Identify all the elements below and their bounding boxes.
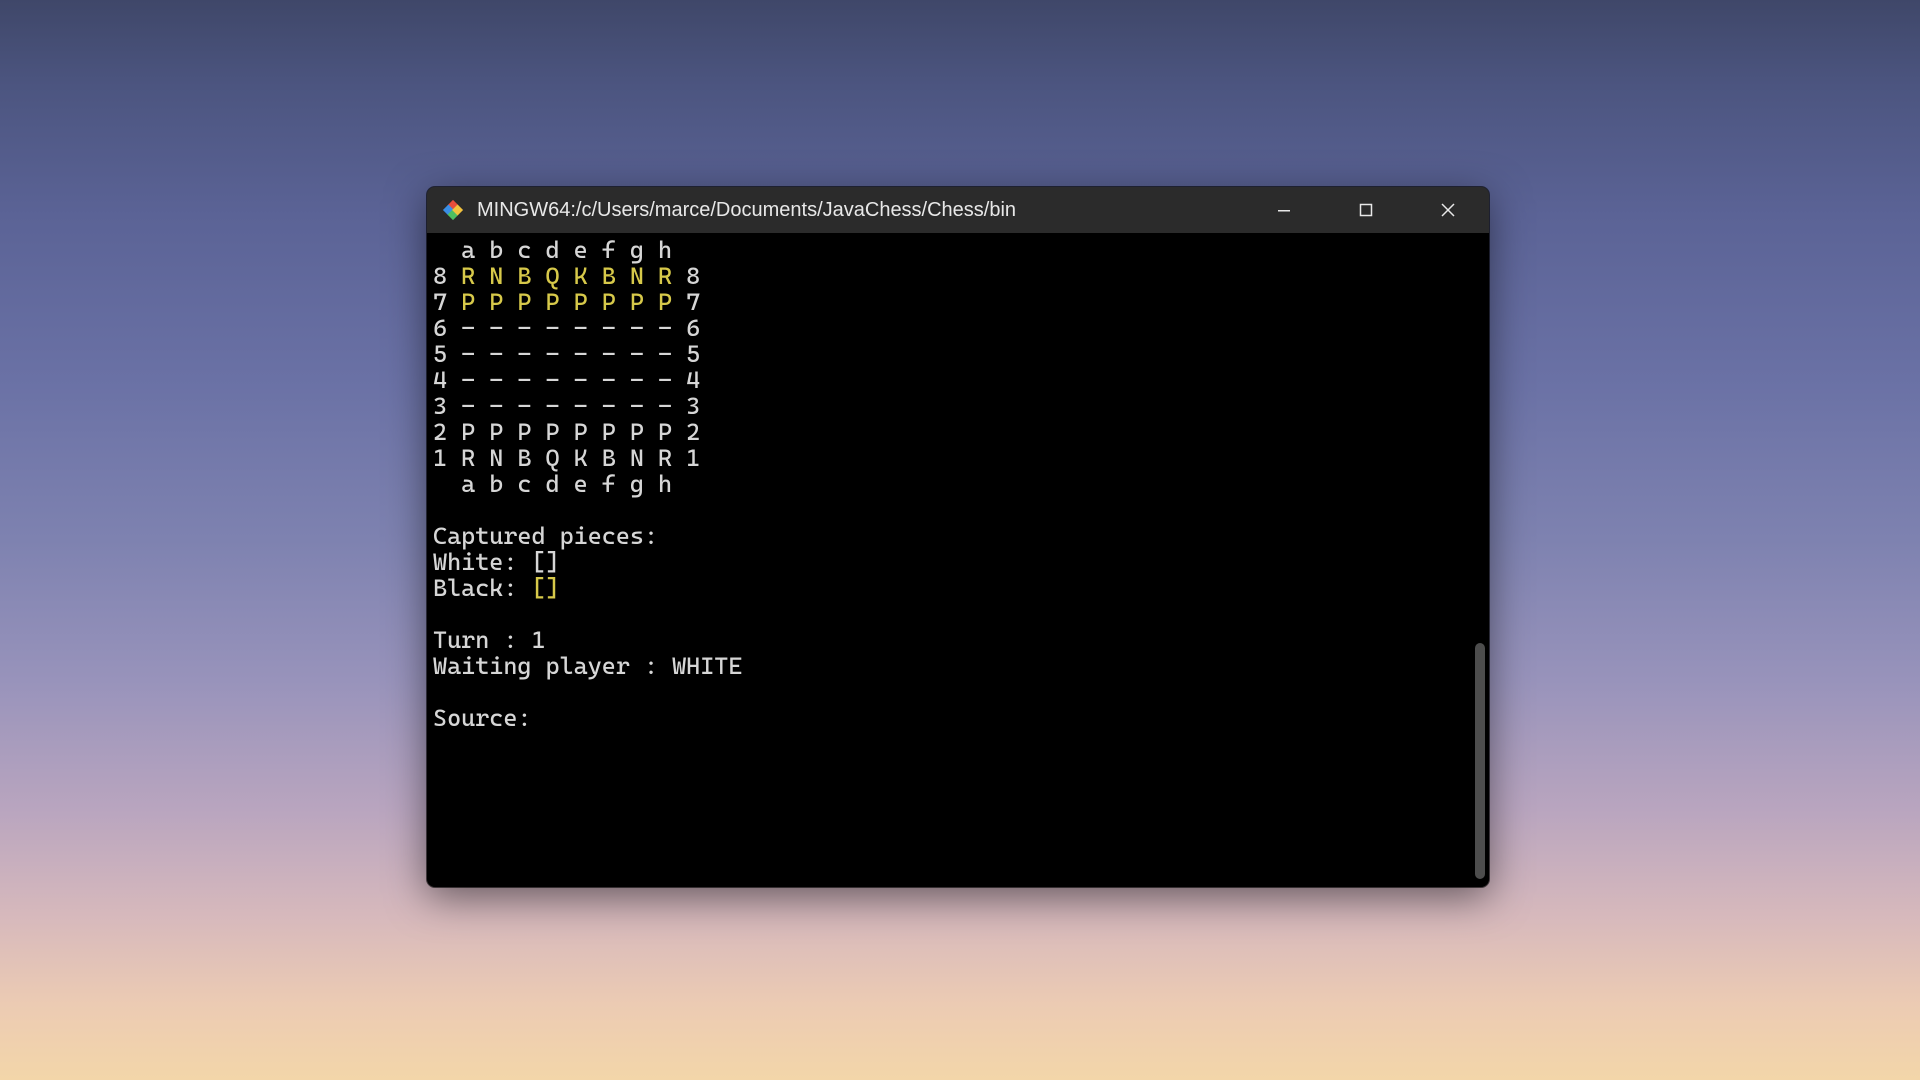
source-prompt: Source: xyxy=(433,704,546,732)
captured-black-label: Black: xyxy=(433,574,531,602)
board-columns-top: a b c d e f g h xyxy=(433,236,672,264)
rank7-right: 7 xyxy=(672,288,700,316)
rank8-pieces: R N B Q K B N R xyxy=(461,262,672,290)
rank8-right: 8 xyxy=(672,262,700,290)
mingw-icon xyxy=(441,198,465,222)
scrollbar-thumb[interactable] xyxy=(1475,643,1485,879)
waiting-line: Waiting player : WHITE xyxy=(433,652,742,680)
minimize-button[interactable] xyxy=(1243,187,1325,233)
titlebar[interactable]: MINGW64:/c/Users/marce/Documents/JavaChe… xyxy=(427,187,1489,233)
rank3: 3 - - - - - - - - 3 xyxy=(433,392,700,420)
rank1: 1 R N B Q K B N R 1 xyxy=(433,444,700,472)
terminal-window: MINGW64:/c/Users/marce/Documents/JavaChe… xyxy=(427,187,1489,887)
maximize-icon xyxy=(1359,203,1373,217)
rank4: 4 - - - - - - - - 4 xyxy=(433,366,700,394)
window-title: MINGW64:/c/Users/marce/Documents/JavaChe… xyxy=(477,199,1016,222)
captured-black-value: [] xyxy=(531,574,559,602)
rank6: 6 - - - - - - - - 6 xyxy=(433,314,700,342)
rank2: 2 P P P P P P P P 2 xyxy=(433,418,700,446)
rank8-left: 8 xyxy=(433,262,461,290)
close-icon xyxy=(1441,203,1455,217)
turn-line: Turn : 1 xyxy=(433,626,546,654)
terminal-output[interactable]: a b c d e f g h 8 R N B Q K B N R 8 7 P … xyxy=(427,233,1489,887)
window-controls xyxy=(1243,187,1489,233)
close-button[interactable] xyxy=(1407,187,1489,233)
maximize-button[interactable] xyxy=(1325,187,1407,233)
desktop-background: MINGW64:/c/Users/marce/Documents/JavaChe… xyxy=(0,0,1920,1080)
captured-white-label: White: xyxy=(433,548,531,576)
captured-white-value: [] xyxy=(531,548,559,576)
board-columns-bottom: a b c d e f g h xyxy=(433,470,672,498)
rank7-pieces: P P P P P P P P xyxy=(461,288,672,316)
rank5: 5 - - - - - - - - 5 xyxy=(433,340,700,368)
minimize-icon xyxy=(1277,203,1291,217)
rank7-left: 7 xyxy=(433,288,461,316)
captured-header: Captured pieces: xyxy=(433,522,658,550)
